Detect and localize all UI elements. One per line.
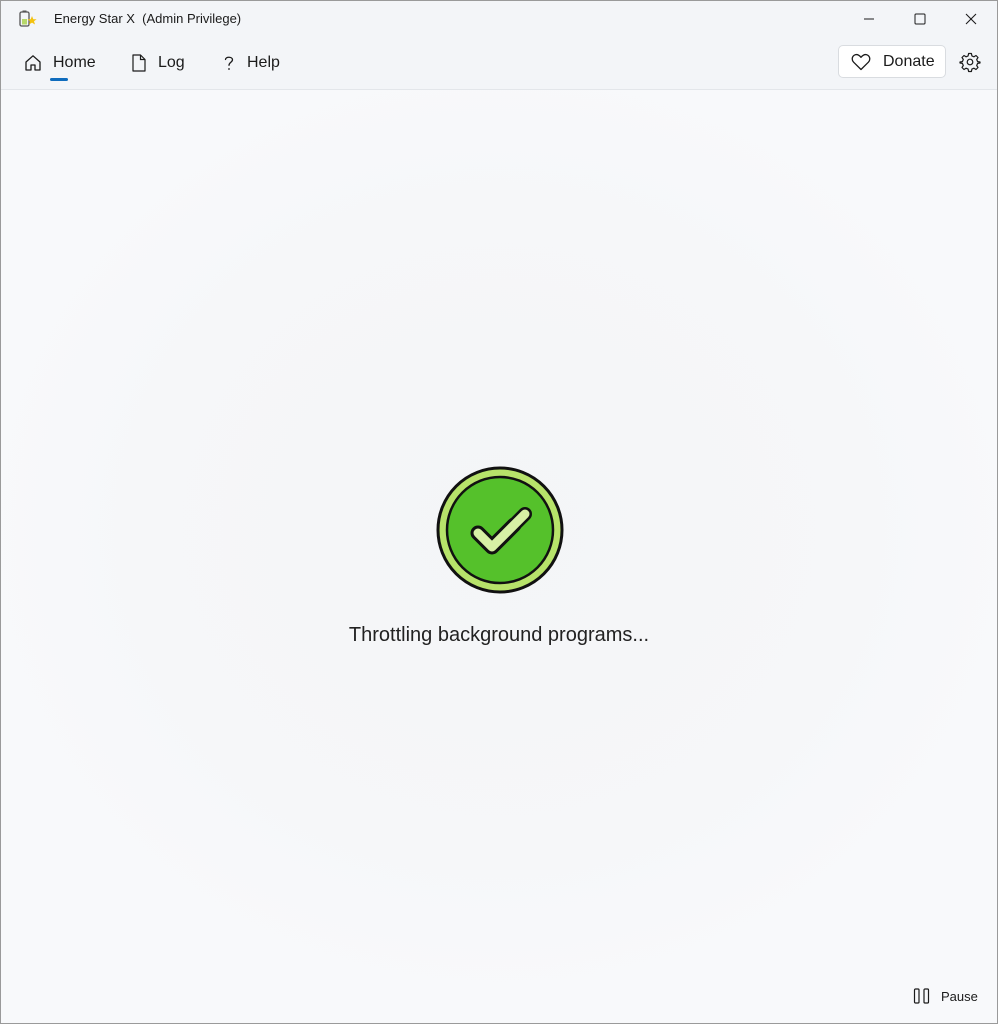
nav-item-label: Log (158, 54, 185, 71)
gear-icon (959, 52, 981, 73)
minimize-icon (864, 18, 874, 20)
main-content: Throttling background programs... Pause (1, 90, 997, 1023)
pause-icon (913, 988, 930, 1004)
close-icon (965, 13, 977, 25)
window-title: Energy Star X (Admin Privilege) (54, 11, 242, 26)
settings-button[interactable] (959, 51, 981, 73)
document-icon (132, 54, 146, 72)
nav-item-label: Home (53, 54, 96, 71)
status-message: Throttling background programs... (348, 624, 650, 646)
battery-star-icon (18, 9, 38, 29)
nav-item-log[interactable]: Log (130, 50, 185, 76)
nav-item-home[interactable]: Home (23, 50, 96, 76)
home-icon (25, 55, 41, 71)
selected-nav-indicator (50, 78, 68, 81)
nav-item-label: Help (247, 54, 280, 71)
donate-button[interactable]: Donate (838, 45, 946, 78)
title-bar: Energy Star X (Admin Privilege) (1, 1, 997, 37)
app-window: Energy Star X (Admin Privilege) Home Log… (0, 0, 998, 1024)
maximize-button[interactable] (895, 1, 945, 37)
check-circle-icon (435, 465, 565, 595)
pause-button[interactable]: Pause (913, 986, 978, 1006)
heart-icon (851, 53, 871, 70)
maximize-icon (914, 13, 926, 25)
question-icon (224, 56, 234, 70)
minimize-button[interactable] (844, 1, 894, 37)
navigation-bar: Home Log Help Donate (1, 37, 997, 90)
nav-item-help[interactable]: Help (221, 50, 280, 76)
pause-label: Pause (941, 988, 978, 1004)
donate-label: Donate (883, 52, 935, 70)
close-button[interactable] (946, 1, 996, 37)
